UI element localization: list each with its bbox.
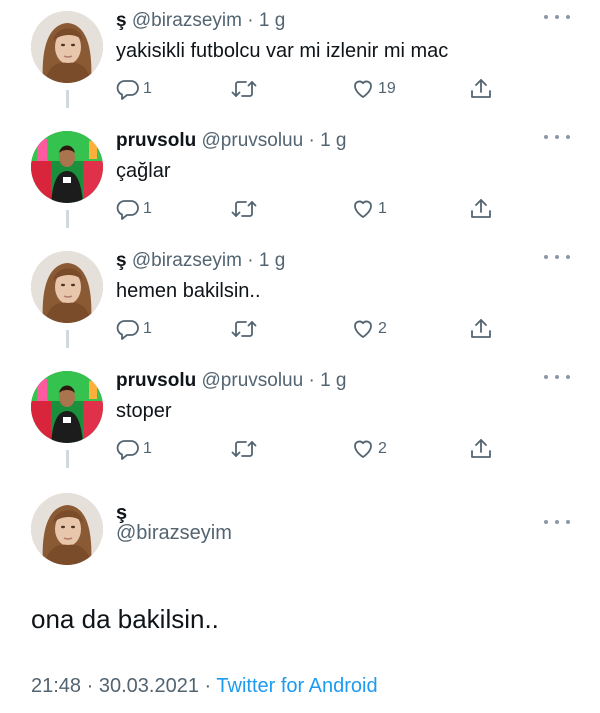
reply-count: 1 (143, 80, 152, 97)
more-icon[interactable] (544, 129, 570, 145)
tweet-meta: 21:48 · 30.03.2021 · Twitter for Android (31, 675, 378, 698)
avatar[interactable] (31, 131, 103, 203)
reply-button[interactable]: 1 (116, 196, 152, 222)
reply-icon (116, 200, 139, 220)
retweet-button[interactable] (231, 76, 260, 102)
share-icon (471, 319, 491, 338)
tweet[interactable]: ş @birazseyim · 1 g hemen bakilsin.. 1 2 (0, 240, 600, 360)
more-icon[interactable] (544, 9, 570, 25)
reply-button[interactable]: 1 (116, 76, 152, 102)
tweet-text: hemen bakilsin.. (116, 280, 261, 302)
like-button[interactable]: 2 (351, 316, 387, 342)
tweet-text: stoper (116, 400, 172, 422)
user-handle[interactable]: @pruvsoluu (202, 370, 304, 391)
user-handle[interactable]: @pruvsoluu (202, 130, 304, 151)
tweet-time[interactable]: 21:48 (31, 675, 81, 697)
tweet-source-link[interactable]: Twitter for Android (216, 675, 377, 697)
separator-dot: · (247, 250, 254, 271)
tweet[interactable]: pruvsolu @pruvsoluu · 1 g çağlar 1 1 (0, 120, 600, 240)
like-count: 2 (378, 440, 387, 457)
tweet-header: pruvsolu @pruvsoluu · 1 g (116, 129, 347, 153)
timestamp[interactable]: 1 g (259, 250, 285, 271)
retweet-icon (231, 321, 257, 337)
reply-count: 1 (143, 440, 152, 457)
timestamp[interactable]: 1 g (320, 130, 346, 151)
tweet-text: çağlar (116, 160, 171, 182)
avatar[interactable] (31, 371, 103, 443)
share-icon (471, 439, 491, 458)
reply-button[interactable]: 1 (116, 316, 152, 342)
display-name[interactable]: pruvsolu (116, 130, 196, 151)
like-button[interactable]: 1 (351, 196, 387, 222)
share-icon (471, 79, 491, 98)
tweet-actions: 1 2 (116, 316, 496, 342)
like-icon (354, 440, 372, 458)
reply-icon (116, 440, 139, 460)
tweet[interactable]: ş @birazseyim · 1 g yakisikli futbolcu v… (0, 0, 600, 120)
like-count: 19 (378, 80, 396, 97)
separator-dot: · (86, 675, 94, 697)
more-icon[interactable] (544, 369, 570, 385)
tweet-header: ş @birazseyim · 1 g (116, 249, 285, 273)
like-icon (354, 80, 372, 98)
separator-dot: · (308, 130, 315, 151)
avatar[interactable] (31, 251, 103, 323)
tweet-actions: 1 1 (116, 196, 496, 222)
display-name[interactable]: ş (116, 250, 127, 271)
separator-dot: · (247, 10, 254, 31)
avatar[interactable] (31, 493, 103, 565)
share-button[interactable] (469, 196, 493, 222)
like-icon (354, 200, 372, 218)
more-icon[interactable] (544, 514, 570, 530)
avatar[interactable] (31, 11, 103, 83)
share-button[interactable] (469, 436, 493, 462)
reply-icon (116, 80, 139, 100)
retweet-button[interactable] (231, 316, 260, 342)
tweet-actions: 1 2 (116, 436, 496, 462)
reply-count: 1 (143, 320, 152, 337)
like-icon (354, 320, 372, 338)
share-button[interactable] (469, 76, 493, 102)
like-button[interactable]: 2 (351, 436, 387, 462)
separator-dot: · (204, 675, 212, 697)
timestamp[interactable]: 1 g (259, 10, 285, 31)
more-icon[interactable] (544, 249, 570, 265)
user-handle[interactable]: @birazseyim (116, 522, 232, 545)
tweet-header: pruvsolu @pruvsoluu · 1 g (116, 369, 347, 393)
tweet[interactable]: pruvsolu @pruvsoluu · 1 g stoper 1 2 (0, 360, 600, 480)
retweet-icon (231, 81, 257, 97)
user-handle[interactable]: @birazseyim (132, 250, 242, 271)
timestamp[interactable]: 1 g (320, 370, 346, 391)
display-name[interactable]: pruvsolu (116, 370, 196, 391)
separator-dot: · (308, 370, 315, 391)
display-name[interactable]: ş (116, 10, 127, 31)
reply-icon (116, 320, 139, 340)
focused-tweet: ş @birazseyim ona da bakilsin.. 21:48 · … (0, 490, 600, 713)
tweet-actions: 1 19 (116, 76, 496, 102)
tweet-header: ş @birazseyim · 1 g (116, 9, 285, 33)
like-count: 1 (378, 200, 387, 217)
tweet-date[interactable]: 30.03.2021 (99, 675, 199, 697)
user-handle[interactable]: @birazseyim (132, 10, 242, 31)
retweet-button[interactable] (231, 196, 260, 222)
retweet-button[interactable] (231, 436, 260, 462)
reply-button[interactable]: 1 (116, 436, 152, 462)
like-button[interactable]: 19 (351, 76, 396, 102)
tweet-text: ona da bakilsin.. (31, 604, 219, 634)
tweet-text: yakisikli futbolcu var mi izlenir mi mac (116, 40, 449, 62)
like-count: 2 (378, 320, 387, 337)
retweet-icon (231, 201, 257, 217)
reply-count: 1 (143, 200, 152, 217)
share-icon (471, 199, 491, 218)
retweet-icon (231, 441, 257, 457)
share-button[interactable] (469, 316, 493, 342)
